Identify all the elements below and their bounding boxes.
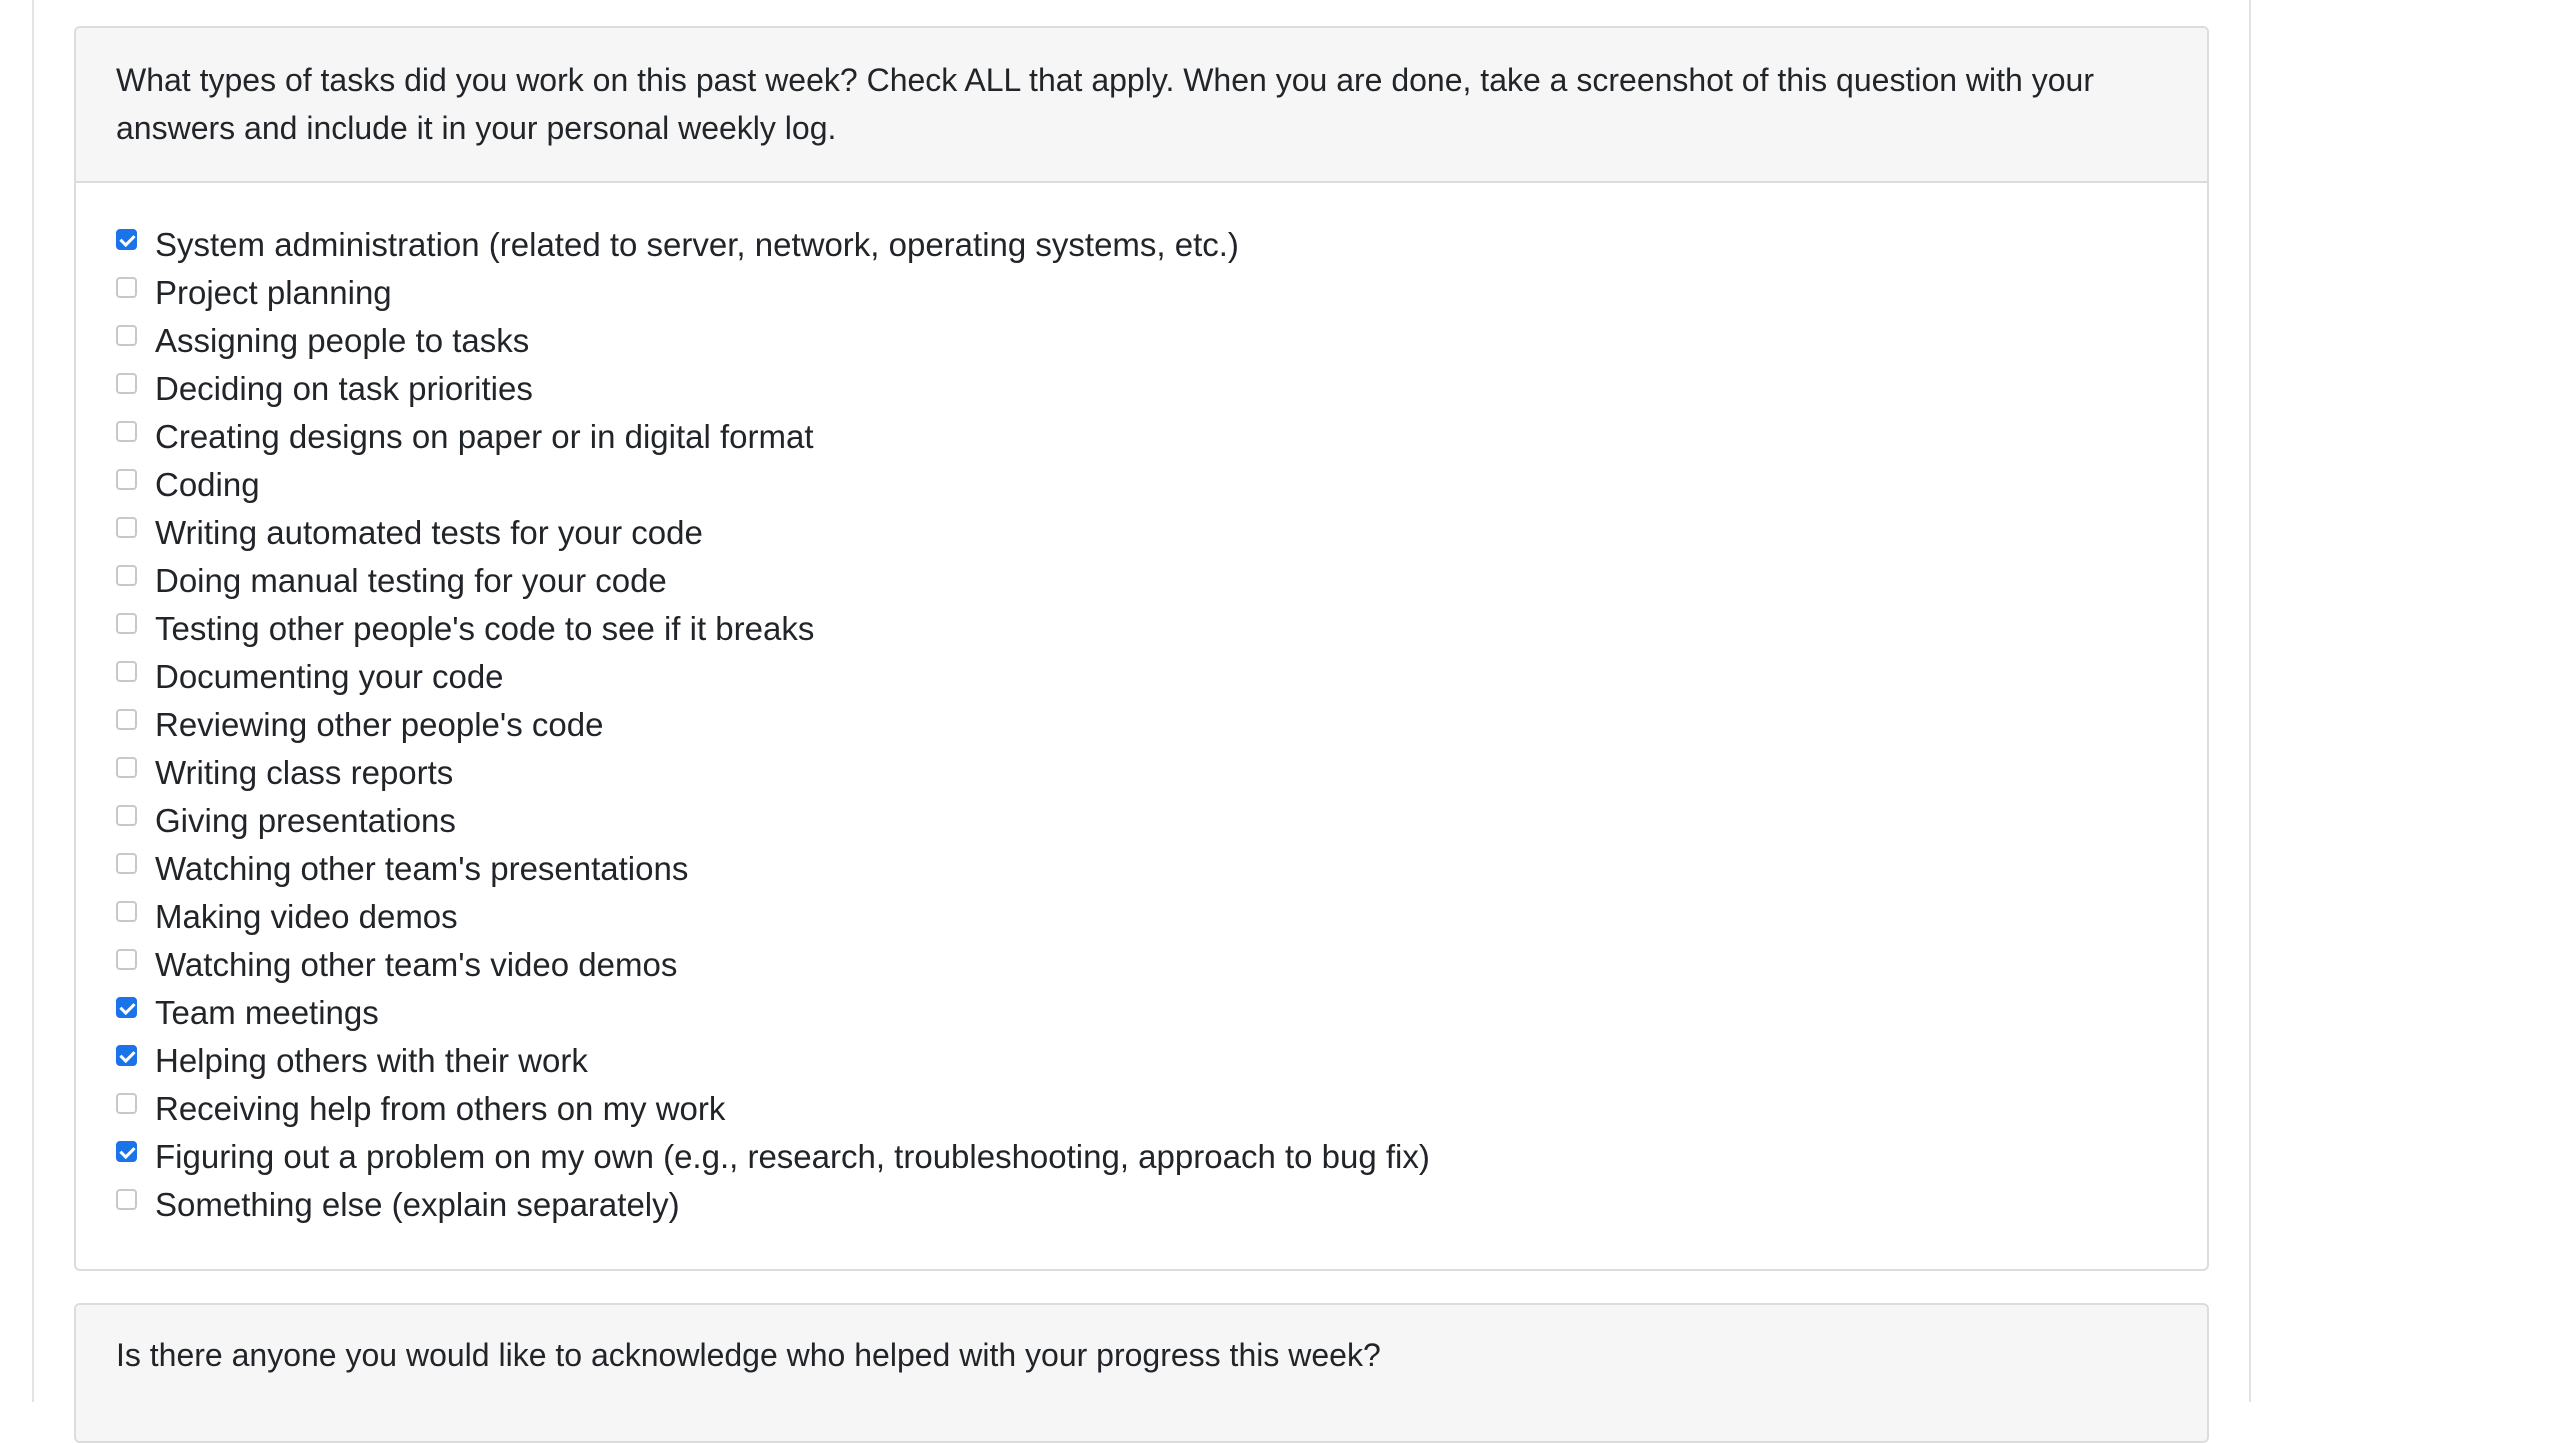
option-label: Receiving help from others on my work	[155, 1090, 726, 1127]
option-label: Giving presentations	[155, 802, 456, 839]
task-option[interactable]: Figuring out a problem on my own (e.g., …	[116, 1133, 2207, 1181]
task-option[interactable]: Reviewing other people's code	[116, 701, 2207, 749]
question-card-task-types: What types of tasks did you work on this…	[74, 26, 2209, 1271]
checkbox-unchecked[interactable]	[116, 469, 137, 490]
option-label: System administration (related to server…	[155, 226, 1239, 263]
checkbox-checked[interactable]	[116, 1045, 137, 1066]
option-label: Team meetings	[155, 994, 379, 1031]
option-label: Writing class reports	[155, 754, 454, 791]
task-option[interactable]: Creating designs on paper or in digital …	[116, 413, 2207, 461]
option-label: Helping others with their work	[155, 1042, 588, 1079]
checkbox-unchecked[interactable]	[116, 853, 137, 874]
option-label: Watching other team's video demos	[155, 946, 678, 983]
checkbox-unchecked[interactable]	[116, 325, 137, 346]
checkbox-unchecked[interactable]	[116, 949, 137, 970]
checkbox-unchecked[interactable]	[116, 373, 137, 394]
task-option[interactable]: System administration (related to server…	[116, 221, 2207, 269]
checkbox-unchecked[interactable]	[116, 565, 137, 586]
checkbox-options-list: System administration (related to server…	[76, 183, 2207, 1229]
checkbox-unchecked[interactable]	[116, 805, 137, 826]
option-label: Something else (explain separately)	[155, 1186, 680, 1223]
right-page-divider	[2249, 0, 2251, 1402]
checkbox-unchecked[interactable]	[116, 757, 137, 778]
left-page-divider	[32, 0, 34, 1402]
option-label: Deciding on task priorities	[155, 370, 533, 407]
checkbox-checked[interactable]	[116, 1141, 137, 1162]
checkbox-unchecked[interactable]	[116, 277, 137, 298]
task-option[interactable]: Something else (explain separately)	[116, 1181, 2207, 1229]
checkbox-unchecked[interactable]	[116, 901, 137, 922]
task-option[interactable]: Documenting your code	[116, 653, 2207, 701]
option-label: Documenting your code	[155, 658, 504, 695]
task-option[interactable]: Doing manual testing for your code	[116, 557, 2207, 605]
option-label: Coding	[155, 466, 260, 503]
checkbox-unchecked[interactable]	[116, 517, 137, 538]
task-option[interactable]: Team meetings	[116, 989, 2207, 1037]
task-option[interactable]: Writing automated tests for your code	[116, 509, 2207, 557]
checkbox-unchecked[interactable]	[116, 1093, 137, 1114]
option-label: Reviewing other people's code	[155, 706, 604, 743]
option-label: Project planning	[155, 274, 392, 311]
task-option[interactable]: Writing class reports	[116, 749, 2207, 797]
checkbox-checked[interactable]	[116, 229, 137, 250]
option-label: Creating designs on paper or in digital …	[155, 418, 814, 455]
task-option[interactable]: Deciding on task priorities	[116, 365, 2207, 413]
option-label: Testing other people's code to see if it…	[155, 610, 815, 647]
task-option[interactable]: Project planning	[116, 269, 2207, 317]
option-label: Assigning people to tasks	[155, 322, 530, 359]
checkbox-unchecked[interactable]	[116, 613, 137, 634]
checkbox-unchecked[interactable]	[116, 421, 137, 442]
task-option[interactable]: Giving presentations	[116, 797, 2207, 845]
option-label: Doing manual testing for your code	[155, 562, 667, 599]
task-option[interactable]: Helping others with their work	[116, 1037, 2207, 1085]
option-label: Making video demos	[155, 898, 458, 935]
checkbox-unchecked[interactable]	[116, 1189, 137, 1210]
task-option[interactable]: Coding	[116, 461, 2207, 509]
task-option[interactable]: Assigning people to tasks	[116, 317, 2207, 365]
task-option[interactable]: Watching other team's presentations	[116, 845, 2207, 893]
option-label: Writing automated tests for your code	[155, 514, 703, 551]
question-prompt: What types of tasks did you work on this…	[76, 28, 2207, 183]
task-option[interactable]: Watching other team's video demos	[116, 941, 2207, 989]
task-option[interactable]: Receiving help from others on my work	[116, 1085, 2207, 1133]
task-option[interactable]: Making video demos	[116, 893, 2207, 941]
checkbox-checked[interactable]	[116, 997, 137, 1018]
option-label: Figuring out a problem on my own (e.g., …	[155, 1138, 1430, 1175]
task-option[interactable]: Testing other people's code to see if it…	[116, 605, 2207, 653]
question-card-acknowledgement: Is there anyone you would like to acknow…	[74, 1303, 2209, 1443]
question-prompt: Is there anyone you would like to acknow…	[76, 1305, 2207, 1441]
option-label: Watching other team's presentations	[155, 850, 689, 887]
checkbox-unchecked[interactable]	[116, 661, 137, 682]
checkbox-unchecked[interactable]	[116, 709, 137, 730]
